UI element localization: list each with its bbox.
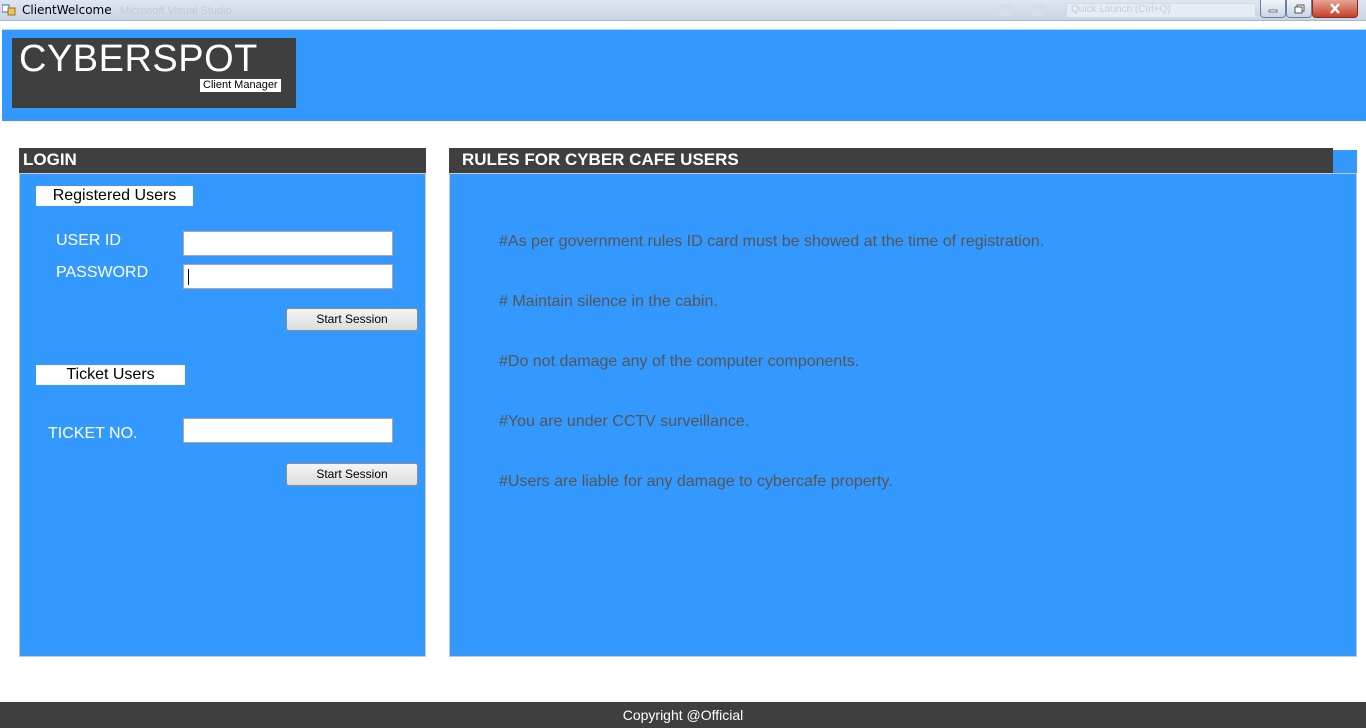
user-id-label: USER ID [56, 232, 121, 249]
rules-panel: #As per government rules ID card must be… [449, 173, 1357, 657]
user-id-input[interactable] [183, 231, 393, 256]
ticket-no-label: TICKET NO. [48, 425, 138, 442]
password-label: PASSWORD [56, 264, 149, 281]
footer-copyright: Copyright @Official [0, 702, 1366, 728]
app-window-icon [2, 4, 16, 16]
rules-heading-accent [1333, 148, 1357, 174]
window-title: ClientWelcome [22, 3, 112, 17]
feedback-icon [1032, 4, 1046, 16]
ticket-start-session-button[interactable]: Start Session [286, 463, 418, 486]
minimize-button[interactable] [1260, 0, 1286, 18]
login-heading: LOGIN [19, 148, 426, 174]
minimize-icon [1268, 9, 1278, 12]
background-window-title: Microsoft Visual Studio [120, 5, 232, 17]
quick-launch-input: Quick Launch (Ctrl+Q) [1066, 3, 1256, 18]
password-input[interactable] [183, 264, 393, 289]
rules-heading: RULES FOR CYBER CAFE USERS [449, 148, 1333, 174]
window-titlebar: ClientWelcome Microsoft Visual Studio Qu… [0, 0, 1366, 21]
registered-users-label: Registered Users [36, 186, 193, 206]
maximize-icon [1294, 4, 1304, 13]
rule-item: # Maintain silence in the cabin. [499, 293, 718, 310]
login-panel: Registered Users USER ID PASSWORD Start … [19, 173, 426, 657]
rule-item: #As per government rules ID card must be… [499, 233, 1045, 250]
text-caret [188, 269, 189, 285]
registered-start-session-button[interactable]: Start Session [286, 308, 418, 331]
close-button[interactable] [1312, 0, 1358, 18]
rule-item: #Users are liable for any damage to cybe… [499, 473, 893, 490]
ticket-no-input[interactable] [183, 418, 393, 443]
brand-logo: CYBERSPOT Client Manager [12, 38, 296, 108]
ticket-users-label: Ticket Users [36, 365, 185, 385]
notification-icon [998, 4, 1012, 16]
brand-subtitle: Client Manager [200, 79, 281, 92]
header-banner: CYBERSPOT Client Manager [2, 29, 1366, 121]
close-icon [1330, 3, 1340, 14]
rule-item: #You are under CCTV surveillance. [499, 413, 750, 430]
maximize-button[interactable] [1286, 0, 1312, 18]
rule-item: #Do not damage any of the computer compo… [499, 353, 860, 370]
brand-title: CYBERSPOT [19, 38, 258, 80]
